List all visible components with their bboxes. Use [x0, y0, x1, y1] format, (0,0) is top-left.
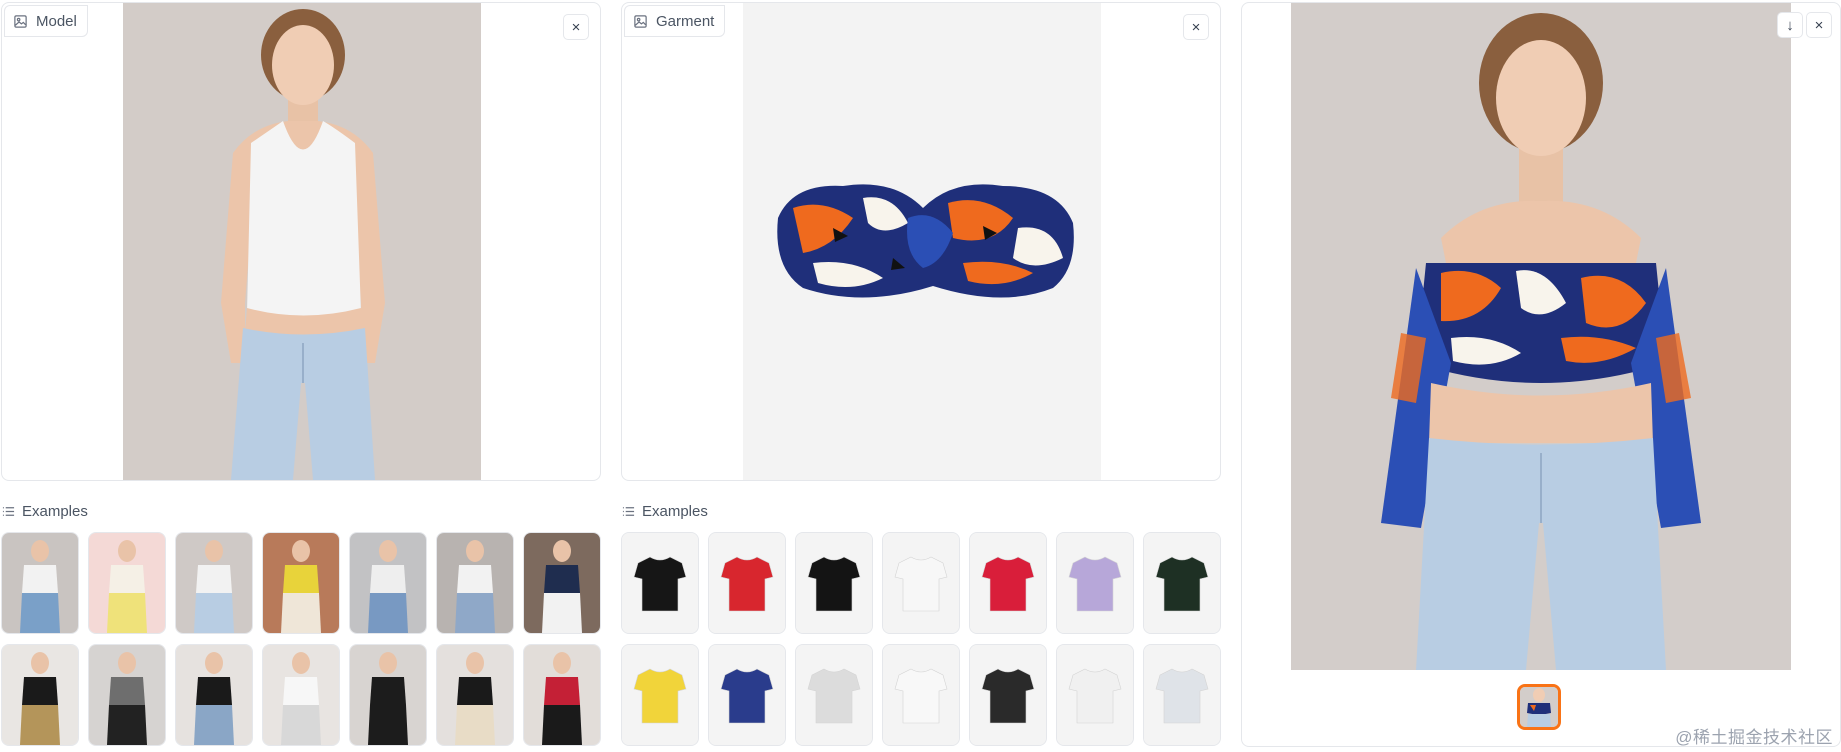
garment-example-thumb[interactable]: [882, 644, 960, 746]
garment-example-thumb[interactable]: [621, 644, 699, 746]
garment-clear-button[interactable]: ×: [1183, 14, 1209, 40]
garment-label-tag: Garment: [624, 5, 726, 37]
model-example-thumb[interactable]: [262, 532, 340, 634]
garment-label: Garment: [656, 12, 715, 30]
model-example-thumb[interactable]: [436, 532, 514, 634]
garment-example-thumb[interactable]: [969, 532, 1047, 634]
garment-example-thumb[interactable]: [708, 532, 786, 634]
garment-example-thumb[interactable]: [1056, 532, 1134, 634]
download-button[interactable]: ↓: [1777, 12, 1803, 38]
result-clear-button[interactable]: ×: [1806, 12, 1832, 38]
close-icon: ×: [571, 18, 581, 36]
model-label: Model: [36, 12, 77, 30]
image-icon: [634, 14, 647, 28]
model-example-thumb[interactable]: [175, 532, 253, 634]
garment-example-thumb[interactable]: [795, 532, 873, 634]
close-icon: ×: [1191, 18, 1201, 36]
model-example-thumb[interactable]: [262, 644, 340, 746]
model-panel: Model ×: [1, 2, 601, 481]
model-example-thumb[interactable]: [436, 644, 514, 746]
model-label-tag: Model: [4, 5, 88, 37]
model-examples-title: Examples: [22, 503, 88, 520]
model-example-thumb[interactable]: [175, 644, 253, 746]
garment-example-thumb[interactable]: [621, 532, 699, 634]
result-gallery-thumbnail[interactable]: [1517, 684, 1561, 730]
garment-image: [743, 3, 1101, 480]
download-icon: ↓: [1786, 16, 1794, 34]
garment-example-thumb[interactable]: [1143, 532, 1221, 634]
model-example-thumb[interactable]: [1, 532, 79, 634]
list-icon: [2, 507, 15, 516]
close-icon: ×: [1814, 16, 1824, 34]
watermark: @稀土掘金技术社区: [1675, 728, 1833, 747]
garment-examples-title: Examples: [642, 503, 708, 520]
model-image: [123, 3, 481, 480]
model-example-thumb[interactable]: [349, 532, 427, 634]
result-image: [1291, 3, 1791, 670]
model-example-thumb[interactable]: [349, 644, 427, 746]
model-example-thumb[interactable]: [88, 532, 166, 634]
garment-example-thumb[interactable]: [969, 644, 1047, 746]
garment-example-thumb[interactable]: [882, 532, 960, 634]
model-example-thumb[interactable]: [1, 644, 79, 746]
garment-example-thumb[interactable]: [1143, 644, 1221, 746]
garment-panel: Garment ×: [621, 2, 1221, 481]
result-panel: ↓ ×: [1241, 2, 1841, 747]
model-example-thumb[interactable]: [88, 644, 166, 746]
garment-example-thumb[interactable]: [795, 644, 873, 746]
model-example-thumb[interactable]: [523, 532, 601, 634]
garment-examples-label: Examples: [622, 503, 708, 520]
garment-example-thumb[interactable]: [708, 644, 786, 746]
model-example-thumb[interactable]: [523, 644, 601, 746]
model-examples-label: Examples: [2, 503, 88, 520]
model-clear-button[interactable]: ×: [563, 14, 589, 40]
image-icon: [14, 14, 27, 28]
garment-example-thumb[interactable]: [1056, 644, 1134, 746]
list-icon: [622, 507, 635, 516]
